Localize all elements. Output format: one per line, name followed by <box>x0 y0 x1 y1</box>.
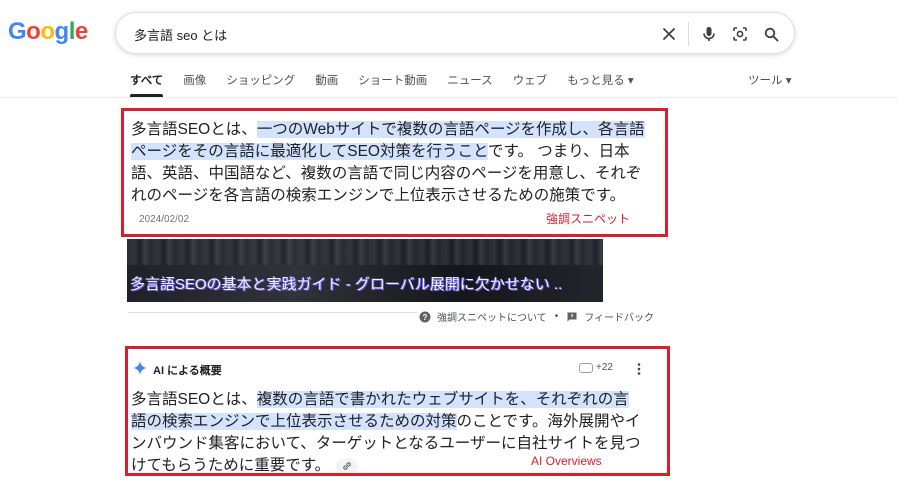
ai-sources-button[interactable]: +22 <box>579 362 613 373</box>
about-snippet-link[interactable]: 強調スニペットについて <box>437 309 547 324</box>
footer-separator: • <box>554 311 559 322</box>
featured-snippet-annotation-label: 強調スニペット <box>546 212 631 226</box>
tab-news[interactable]: ニュース <box>447 72 492 98</box>
ai-text-lead: 多言語SEOとは、 <box>131 391 257 408</box>
search-icon[interactable] <box>760 23 782 45</box>
header-divider <box>0 97 897 98</box>
link-icon[interactable] <box>336 458 359 473</box>
tab-all[interactable]: すべて <box>130 72 164 98</box>
search-box[interactable]: 多言語 seo とは <box>115 12 795 54</box>
search-tabs: すべて 画像 ショッピング 動画 ショート動画 ニュース ウェブ もっと見る ▾ <box>130 72 654 98</box>
logo-letter: e <box>74 18 88 45</box>
feedback-icon <box>566 311 578 323</box>
snippet-image-title: 多言語SEOの基本と実践ガイド - グローバル展開に欠かせない .. <box>130 276 563 293</box>
snippet-text-lead: 多言語SEOとは、 <box>131 121 257 138</box>
tab-web[interactable]: ウェブ <box>513 72 548 98</box>
svg-text:?: ? <box>423 313 428 322</box>
tab-more[interactable]: もっと見る ▾ <box>567 72 633 98</box>
gemini-spark-icon <box>133 361 147 378</box>
more-options-icon[interactable] <box>634 362 644 376</box>
ai-overview-header: AI による概要 <box>133 361 222 378</box>
mic-icon[interactable] <box>698 23 720 45</box>
tab-videos[interactable]: 動画 <box>315 72 338 98</box>
feedback-link[interactable]: フィードバック <box>584 309 654 324</box>
tab-images[interactable]: 画像 <box>183 72 206 98</box>
logo-letter: o <box>26 18 41 45</box>
ai-overview-title: AI による概要 <box>153 364 222 377</box>
tab-short-videos[interactable]: ショート動画 <box>358 72 427 98</box>
lens-icon[interactable] <box>729 23 751 45</box>
snippet-image[interactable]: 多言語SEOの基本と実践ガイド - グローバル展開に欠かせない .. <box>127 239 603 302</box>
source-favicons-icon <box>579 362 593 373</box>
ai-source-count: +22 <box>596 362 613 373</box>
snippet-footer: ? 強調スニペットについて • フィードバック <box>417 309 657 324</box>
help-icon: ? <box>419 311 431 323</box>
ai-overview-annotation-label: AI Overviews <box>531 454 602 468</box>
tools-button[interactable]: ツール ▾ <box>748 72 791 88</box>
logo-letter: g <box>54 18 70 45</box>
close-icon[interactable] <box>658 23 680 45</box>
google-logo[interactable]: Google <box>8 18 88 46</box>
logo-letter: G <box>8 18 27 45</box>
search-input[interactable]: 多言語 seo とは <box>134 25 227 44</box>
tab-shopping[interactable]: ショッピング <box>226 72 295 98</box>
snippet-date: 2024/02/02 <box>139 214 190 225</box>
search-divider <box>688 22 689 46</box>
logo-letter: o <box>40 18 55 45</box>
